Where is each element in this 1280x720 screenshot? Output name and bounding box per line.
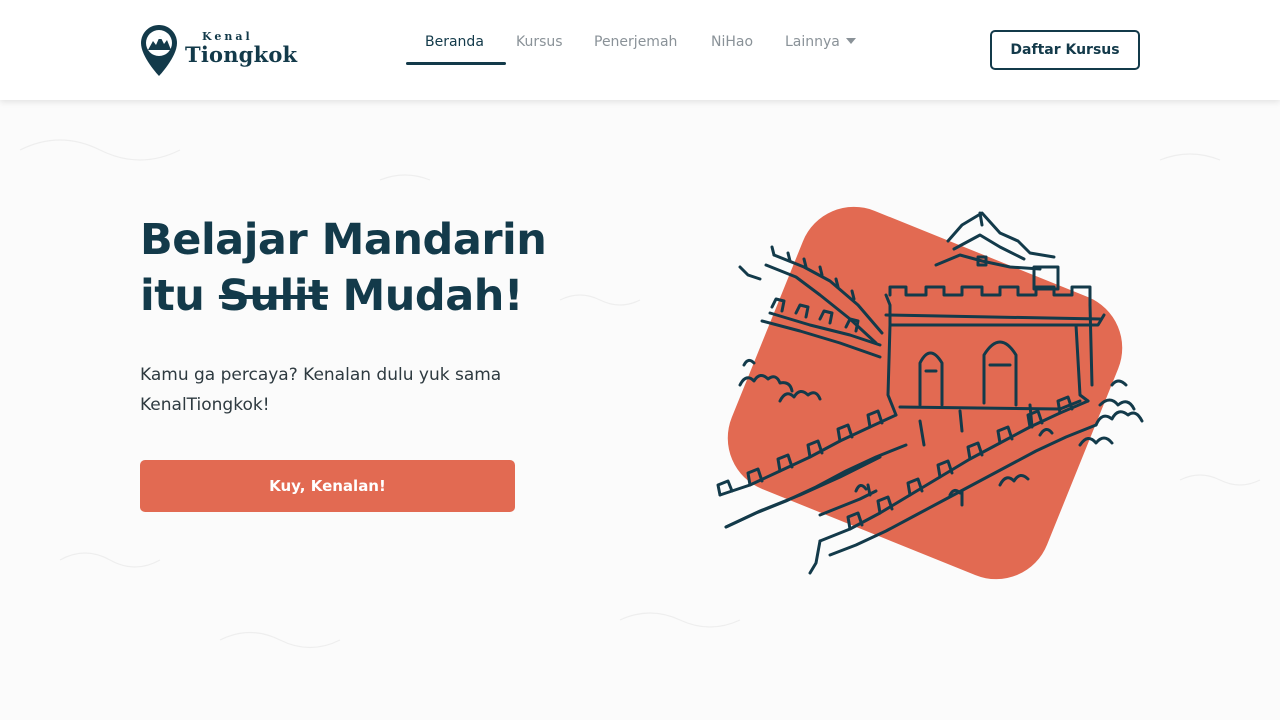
nav-active-indicator [406, 62, 506, 65]
hero-title-struck-word: Sulit [218, 271, 329, 321]
nav-item-beranda[interactable]: Beranda [425, 34, 484, 50]
nav-item-nihao[interactable]: NiHao [711, 34, 753, 50]
map-pin-mountain-icon [141, 25, 177, 76]
kuy-kenalan-button[interactable]: Kuy, Kenalan! [140, 460, 515, 512]
hero-title-line1: Belajar Mandarin [140, 215, 547, 265]
nav-item-lainnya-label: Lainnya [785, 34, 840, 50]
great-wall-illustration [716, 206, 1144, 580]
brand-logo[interactable]: Kenal Tiongkok [140, 24, 300, 78]
daftar-kursus-button[interactable]: Daftar Kursus [990, 30, 1140, 70]
nav-item-kursus[interactable]: Kursus [516, 34, 563, 50]
caret-down-icon [845, 38, 856, 44]
hero-title-end: Mudah! [342, 271, 524, 321]
nav-item-lainnya[interactable]: Lainnya [785, 34, 856, 50]
brand-big-text: Tiongkok [185, 42, 298, 67]
hero-title-itu: itu [140, 271, 205, 321]
nav-item-penerjemah[interactable]: Penerjemah [594, 34, 677, 50]
hero-title: Belajar Mandarin itu Sulit Mudah! [140, 212, 620, 324]
hero-subtitle: Kamu ga percaya? Kenalan dulu yuk sama K… [140, 365, 502, 415]
site-header: Kenal Tiongkok Beranda Kursus Penerjemah… [0, 0, 1280, 100]
